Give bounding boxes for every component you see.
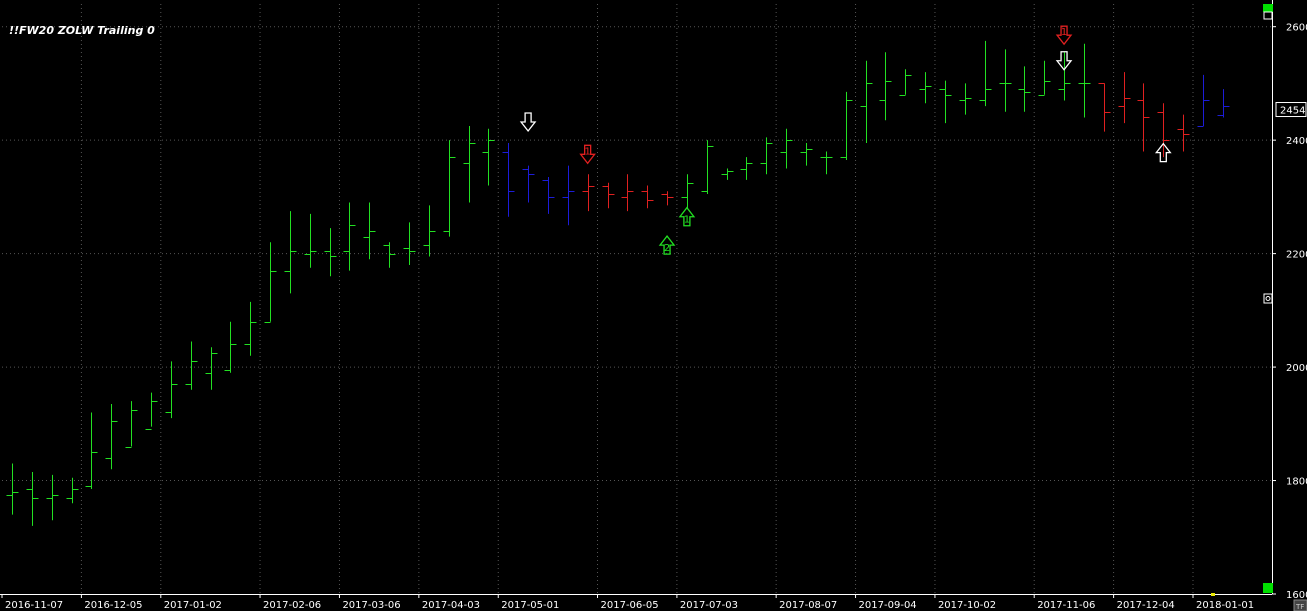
x-tick-label: 2017-09-04	[859, 600, 917, 611]
arrow-label: 2	[664, 243, 670, 254]
ohlc-chart[interactable]: 1 2 1 1 1600 1800 2000 2200 2400 2600 2016-11-07 2…	[0, 0, 1307, 611]
x-tick-label: 2017-11-06	[1037, 600, 1095, 611]
panel-toggle-icon	[1263, 11, 1273, 20]
timeframe-corner: TF	[1293, 599, 1307, 611]
y-tick-label: 2600	[1286, 23, 1307, 34]
last-price-text: 2454	[1280, 106, 1305, 117]
panel-bottom-indicator	[1263, 583, 1273, 593]
x-tick-label: 2016-12-05	[84, 600, 142, 611]
x-tick-label: 2017-06-05	[601, 600, 659, 611]
y-tick-label: 1800	[1286, 477, 1307, 488]
x-tick-label: 2017-08-07	[779, 600, 837, 611]
x-tick-label: 2016-11-07	[5, 600, 63, 611]
x-tick-label: 2017-10-02	[938, 600, 996, 611]
x-tick-label: 2018-01-01	[1196, 600, 1254, 611]
x-tick-label: 2017-03-06	[342, 600, 400, 611]
y-tick-label: 2400	[1286, 136, 1307, 147]
x-tick-label: 2017-04-03	[422, 600, 480, 611]
x-tick-label: 2017-01-02	[164, 600, 222, 611]
arrow-label: 1	[684, 215, 690, 226]
timeframe-label: TF	[1295, 603, 1304, 611]
y-tick-label: 2000	[1286, 363, 1307, 374]
chart-background	[0, 0, 1307, 611]
scale-handle-icon	[1263, 293, 1273, 304]
timeline-marker	[1211, 593, 1215, 596]
y-tick-label: 1600	[1286, 590, 1307, 601]
x-tick-label: 2017-02-06	[263, 600, 321, 611]
arrow-label: 1	[584, 146, 590, 157]
last-price-badge: 2454	[1275, 102, 1307, 118]
x-tick-label: 2017-07-03	[680, 600, 738, 611]
y-tick-label: 2200	[1286, 250, 1307, 261]
x-tick-label: 2017-05-01	[501, 600, 559, 611]
x-tick-label: 2017-12-04	[1117, 600, 1175, 611]
arrow-label: 1	[1061, 27, 1067, 38]
panel-top-indicator	[1263, 4, 1273, 12]
chart-title: !!FW20 ZOLW Trailing 0	[9, 24, 155, 37]
